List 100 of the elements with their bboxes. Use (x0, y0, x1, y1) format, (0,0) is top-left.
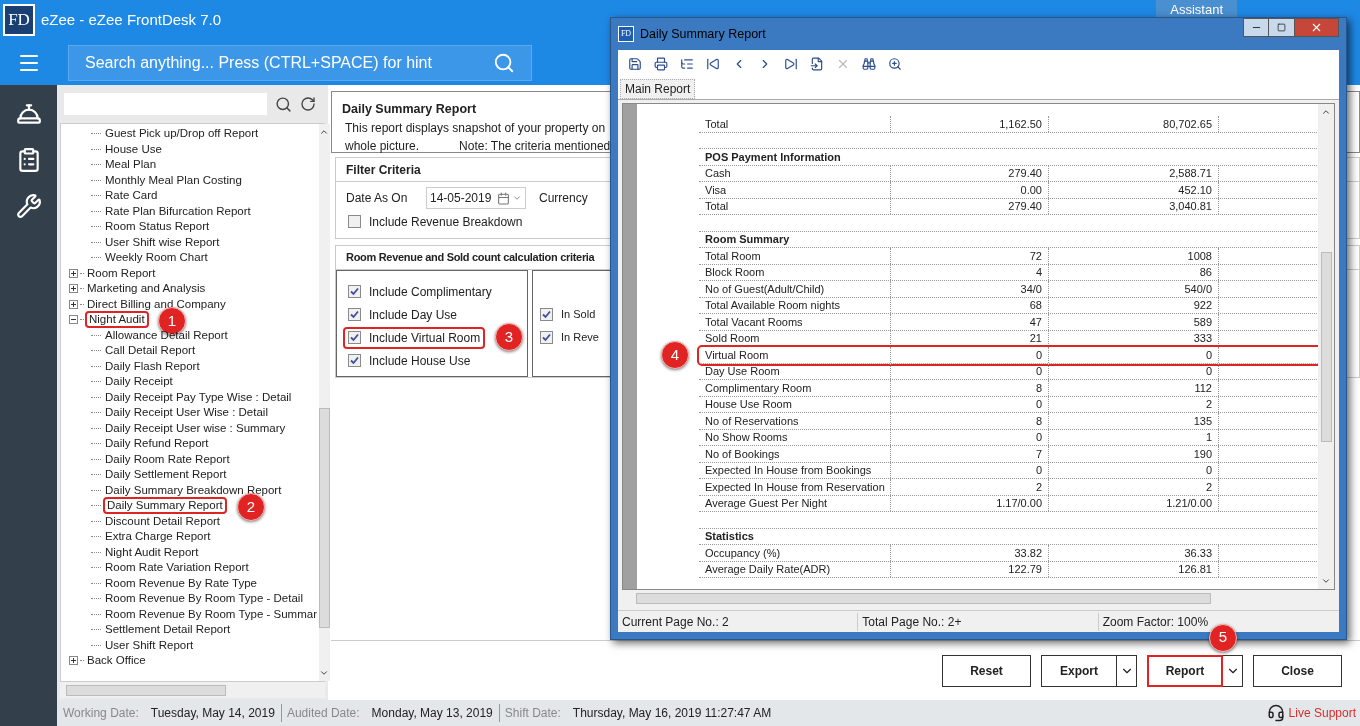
table-cell: Occupancy (%) (699, 545, 891, 561)
tree-item[interactable]: Daily Room Rate Report (103, 452, 232, 466)
table-cell: Virtual Room (699, 347, 891, 363)
table-cell: 36.33 (1049, 545, 1219, 561)
tree-item[interactable]: Daily Receipt User Wise : Detail (103, 406, 270, 420)
action-button[interactable]: Report (1147, 654, 1223, 687)
tree-item[interactable]: User Shift wise Report (103, 235, 222, 249)
tree-item[interactable]: Room Status Report (103, 220, 212, 234)
tree-item[interactable]: Room Revenue By Room Type - Summar (103, 607, 319, 621)
report-note: Note: The criteria mentioned (459, 137, 611, 155)
vertical-scrollbar[interactable] (319, 124, 330, 681)
expand-icon[interactable] (69, 268, 78, 278)
tree-item[interactable]: Extra Charge Report (103, 530, 213, 544)
action-button[interactable]: Export (1041, 654, 1117, 687)
table-cell: 0 (1049, 462, 1219, 478)
tree-item[interactable]: Monthly Meal Plan Costing (103, 173, 244, 187)
tree-item[interactable]: Marketing and Analysis (85, 282, 208, 296)
tree-item[interactable]: Discount Detail Report (103, 514, 223, 528)
tree-item[interactable]: Room Report (85, 266, 158, 280)
report-description: This report displays snapshot of your property on (344, 119, 606, 137)
close-icon[interactable] (1310, 21, 1323, 34)
tree-item[interactable]: Room Revenue By Rate Type (103, 576, 259, 590)
checkbox[interactable] (348, 331, 361, 344)
collapse-icon[interactable] (69, 315, 78, 325)
table-cell: 80,702.65 (1049, 116, 1219, 132)
tree-item[interactable]: Room Revenue By Room Type - Detail (103, 592, 305, 606)
action-button[interactable]: Reset (942, 654, 1031, 687)
tree-item[interactable]: Meal Plan (103, 158, 159, 172)
table-cell: 3,040.81 (1049, 198, 1219, 214)
tree-icon[interactable] (680, 57, 694, 71)
scroll-down-icon[interactable] (319, 668, 330, 678)
tree-item[interactable]: Rate Card (103, 189, 160, 203)
tools-icon[interactable] (15, 193, 42, 219)
status-value: Thursday, May 16, 2019 11:27:47 AM (572, 705, 772, 722)
tree-item[interactable]: Back Office (85, 654, 148, 668)
search-icon[interactable] (862, 57, 876, 71)
maximize-icon[interactable] (1277, 23, 1286, 32)
first-page-icon[interactable] (706, 57, 720, 71)
scroll-up-icon[interactable] (319, 127, 330, 137)
tree-item[interactable]: Daily Receipt Pay Type Wise : Detail (103, 390, 294, 404)
close-button[interactable] (1295, 18, 1339, 37)
tree-item[interactable]: Daily Settlement Report (103, 468, 229, 482)
table-cell: 86 (1049, 264, 1219, 280)
headset-icon[interactable] (1266, 704, 1285, 722)
horizontal-scrollbar[interactable] (60, 682, 325, 698)
table-cell: Total Room (699, 248, 891, 264)
tree-item[interactable]: Daily Receipt (103, 375, 175, 389)
field-label: Date As On (346, 190, 409, 207)
table-cell: 8 (891, 413, 1049, 429)
table-cell: 1.21/0.00 (1049, 495, 1219, 511)
refresh-icon[interactable] (300, 96, 316, 112)
front-desk-icon[interactable] (15, 101, 42, 127)
tree-item[interactable]: Allowance Detail Report (103, 328, 230, 342)
expand-icon[interactable] (69, 299, 78, 309)
checkbox[interactable] (348, 354, 361, 367)
date-field[interactable]: 14-05-2019 (426, 187, 526, 209)
app-logo: FD (3, 4, 35, 36)
dropdown-button[interactable] (1117, 654, 1137, 687)
tree-item[interactable]: Daily Flash Report (103, 359, 202, 373)
checkbox[interactable] (348, 215, 361, 228)
goto-page-icon[interactable] (810, 57, 824, 71)
tree-item[interactable]: Room Rate Variation Report (103, 561, 251, 575)
tree-item[interactable]: Weekly Room Chart (103, 251, 210, 265)
checkbox[interactable] (540, 331, 553, 344)
table-cell: 0.00 (891, 182, 1049, 198)
expand-icon[interactable] (69, 284, 78, 294)
tree-item[interactable]: Daily Receipt User wise : Summary (103, 421, 288, 435)
search-icon[interactable] (275, 95, 292, 113)
checkbox[interactable] (348, 285, 361, 298)
maximize-button[interactable] (1269, 18, 1295, 37)
tree-item[interactable]: User Shift Report (103, 638, 196, 652)
tree-item[interactable]: Night Audit (85, 311, 149, 329)
live-support-link[interactable]: Live Support (1288, 704, 1356, 722)
tree-item[interactable]: Daily Summary Report (103, 497, 227, 515)
tree-item[interactable]: Rate Plan Bifurcation Report (103, 204, 253, 218)
calendar-icon[interactable] (497, 191, 510, 205)
action-button[interactable]: Close (1253, 654, 1342, 687)
checkbox-label: Include Revenue Breakdown (369, 213, 523, 231)
checkbox[interactable] (348, 308, 361, 321)
tree-item[interactable]: Night Audit Report (103, 545, 201, 559)
tree-item[interactable]: Direct Billing and Company (85, 297, 228, 311)
print-icon[interactable] (654, 57, 668, 71)
tree-item[interactable]: House Use (103, 142, 164, 156)
scroll-down-icon[interactable] (1321, 576, 1331, 586)
table-cell: House Use Room (699, 396, 891, 412)
tree-item[interactable]: Guest Pick up/Drop off Report (103, 127, 261, 141)
table-cell: 190 (1049, 446, 1219, 462)
tree-item[interactable]: Call Detail Report (103, 344, 198, 358)
dropdown-button[interactable] (1223, 654, 1243, 687)
minimize-button[interactable] (1243, 18, 1269, 37)
zoom-icon[interactable] (888, 57, 902, 71)
tree-item[interactable]: Settlement Detail Report (103, 623, 233, 637)
scroll-up-icon[interactable] (1321, 107, 1331, 117)
tree-item[interactable]: Daily Refund Report (103, 437, 211, 451)
table-cell: 589 (1049, 314, 1219, 330)
table-cell: 33.82 (891, 545, 1049, 561)
checkbox[interactable] (540, 308, 553, 321)
expand-icon[interactable] (69, 656, 78, 666)
report-tab[interactable]: Main Report (620, 79, 696, 99)
last-page-icon[interactable] (784, 57, 798, 71)
